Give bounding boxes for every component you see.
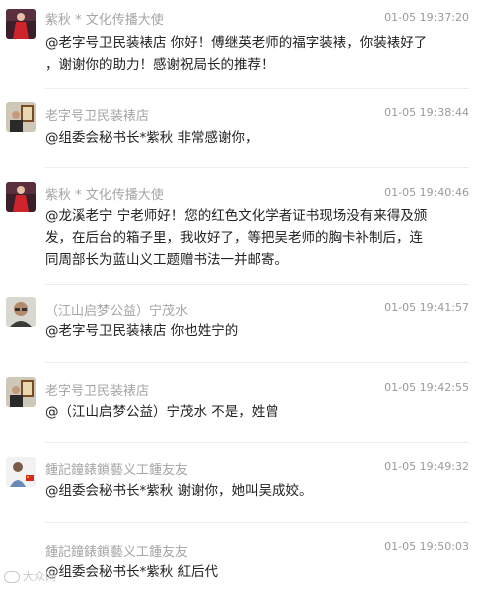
timestamp: 01-05 19:41:57 <box>384 301 469 314</box>
divider <box>45 167 469 168</box>
timestamp: 01-05 19:50:03 <box>384 540 469 553</box>
avatar-woman-red-dress-icon <box>6 9 36 39</box>
timestamp: 01-05 19:49:32 <box>384 460 469 473</box>
watermark-logo-icon <box>4 571 20 583</box>
avatar[interactable] <box>6 457 36 487</box>
message-text: @龙溪老宁 宁老师好！您的红色文化学者证书现场没有来得及颁 发，在后台的箱子里，… <box>45 205 465 271</box>
timestamp: 01-05 19:42:55 <box>384 381 469 394</box>
message-line: @老字号卫民装裱店 你好！傅继英老师的福字装裱，你装裱好了 <box>45 35 428 51</box>
message-line: @龙溪老宁 宁老师好！您的红色文化学者证书现场没有来得及颁 <box>45 208 428 224</box>
divider <box>45 88 469 89</box>
message-text: @老字号卫民装裱店 你好！傅继英老师的福字装裱，你装裱好了 ，谢谢你的助力！感谢… <box>45 32 465 76</box>
avatar[interactable] <box>6 9 36 39</box>
message-text: @（江山启梦公益）宁茂水 不是，姓曾 <box>45 401 465 423</box>
watermark: 大众网 <box>4 568 56 584</box>
divider <box>45 522 469 523</box>
sender-name: 老字号卫民装裱店 <box>45 109 150 124</box>
sender-name: 鍾記鐘錶鎖藝义工鍾友友 <box>45 545 189 560</box>
sender-name: 紫秋 * 文化传播大使 <box>45 188 164 203</box>
message-line: 发，在后台的箱子里，我收好了，等把吴老师的胸卡补制后，连 <box>45 230 423 246</box>
avatar-man-with-frame-icon <box>6 102 36 132</box>
divider <box>45 284 469 285</box>
message-line: ，谢谢你的助力！感谢祝局长的推荐！ <box>45 57 275 73</box>
message-text: @组委会秘书长*紫秋 非常感谢你， <box>45 127 465 149</box>
avatar[interactable] <box>6 182 36 212</box>
message-line: @组委会秘书长*紫秋 非常感谢你， <box>45 130 259 146</box>
message-line: @（江山启梦公益）宁茂水 不是，姓曾 <box>45 404 279 420</box>
avatar-woman-red-dress-icon <box>6 182 36 212</box>
timestamp: 01-05 19:40:46 <box>384 186 469 199</box>
message-line: @组委会秘书长*紫秋 谢谢你，她叫吴成姣。 <box>45 483 313 499</box>
divider <box>45 442 469 443</box>
sender-name: 老字号卫民装裱店 <box>45 384 150 399</box>
sender-name: 紫秋 * 文化传播大使 <box>45 13 164 28</box>
avatar[interactable] <box>6 377 36 407</box>
timestamp: 01-05 19:37:20 <box>384 11 469 24</box>
avatar[interactable] <box>6 297 36 327</box>
message-text: @组委会秘书长*紫秋 谢谢你，她叫吴成姣。 <box>45 480 465 502</box>
message-text: @老字号卫民装裱店 你也姓宁的 <box>45 320 465 342</box>
avatar-man-glasses-icon <box>6 297 36 327</box>
message-line: @组委会秘书长*紫秋 紅后代 <box>45 564 219 580</box>
message-line: 同周部长为蓝山义工题赠书法一并邮寄。 <box>45 252 288 268</box>
message-text: @组委会秘书长*紫秋 紅后代 <box>45 561 465 583</box>
watermark-text: 大众网 <box>23 570 56 583</box>
sender-name: 鍾記鐘錶鎖藝义工鍾友友 <box>45 463 189 478</box>
timestamp: 01-05 19:38:44 <box>384 106 469 119</box>
message-line: @老字号卫民装裱店 你也姓宁的 <box>45 323 239 339</box>
avatar-child-flag-icon <box>6 457 36 487</box>
divider <box>45 362 469 363</box>
sender-name: （江山启梦公益）宁茂水 <box>45 304 189 319</box>
avatar-man-with-frame-icon <box>6 377 36 407</box>
avatar[interactable] <box>6 102 36 132</box>
